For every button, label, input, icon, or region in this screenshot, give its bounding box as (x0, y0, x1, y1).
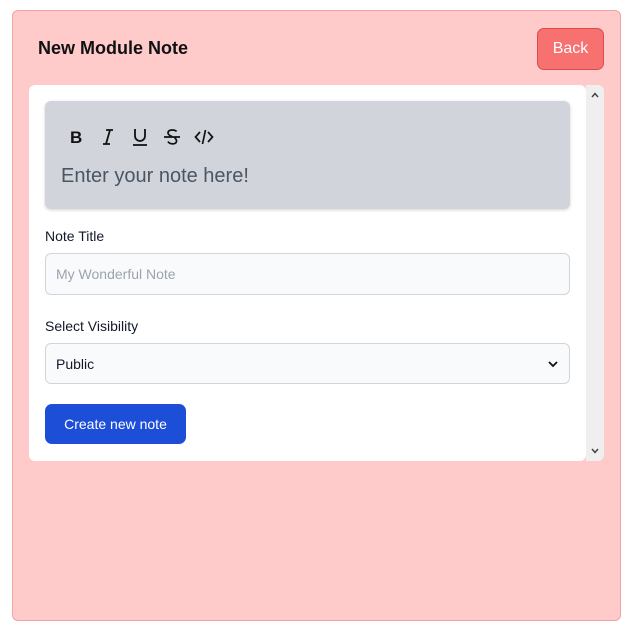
visibility-select[interactable]: Public (45, 343, 570, 384)
note-title-input[interactable] (45, 253, 570, 295)
note-title-label: Note Title (45, 228, 105, 244)
editor-toolbar: B (65, 126, 215, 148)
chevron-down-icon (548, 360, 558, 367)
strikethrough-icon (164, 129, 180, 145)
italic-button[interactable] (97, 126, 119, 148)
editor-placeholder[interactable]: Enter your note here! (61, 165, 249, 188)
module-note-panel: New Module Note Back B Enter your note h… (12, 10, 621, 621)
svg-text:B: B (70, 128, 82, 147)
scroll-up-button[interactable] (586, 87, 604, 103)
chevron-down-icon (591, 448, 599, 454)
italic-icon (103, 129, 113, 145)
visibility-label: Select Visibility (45, 318, 139, 334)
rich-text-editor[interactable]: B Enter your note here! (45, 101, 570, 209)
note-form-card: B Enter your note here! Note Title My Wo… (29, 85, 586, 461)
underline-button[interactable] (129, 126, 151, 148)
back-button[interactable]: Back (537, 28, 604, 70)
bold-button[interactable]: B (65, 126, 87, 148)
chevron-up-icon (591, 92, 599, 98)
bold-icon: B (70, 128, 82, 147)
visibility-selected-value: Public (56, 355, 95, 372)
code-icon (194, 129, 214, 145)
scrollbar[interactable] (586, 85, 604, 461)
page-title: New Module Note (38, 38, 189, 58)
strikethrough-button[interactable] (161, 126, 183, 148)
code-button[interactable] (193, 126, 215, 148)
underline-icon (133, 129, 147, 146)
create-note-button[interactable]: Create new note (45, 404, 186, 444)
scroll-down-button[interactable] (586, 443, 604, 459)
